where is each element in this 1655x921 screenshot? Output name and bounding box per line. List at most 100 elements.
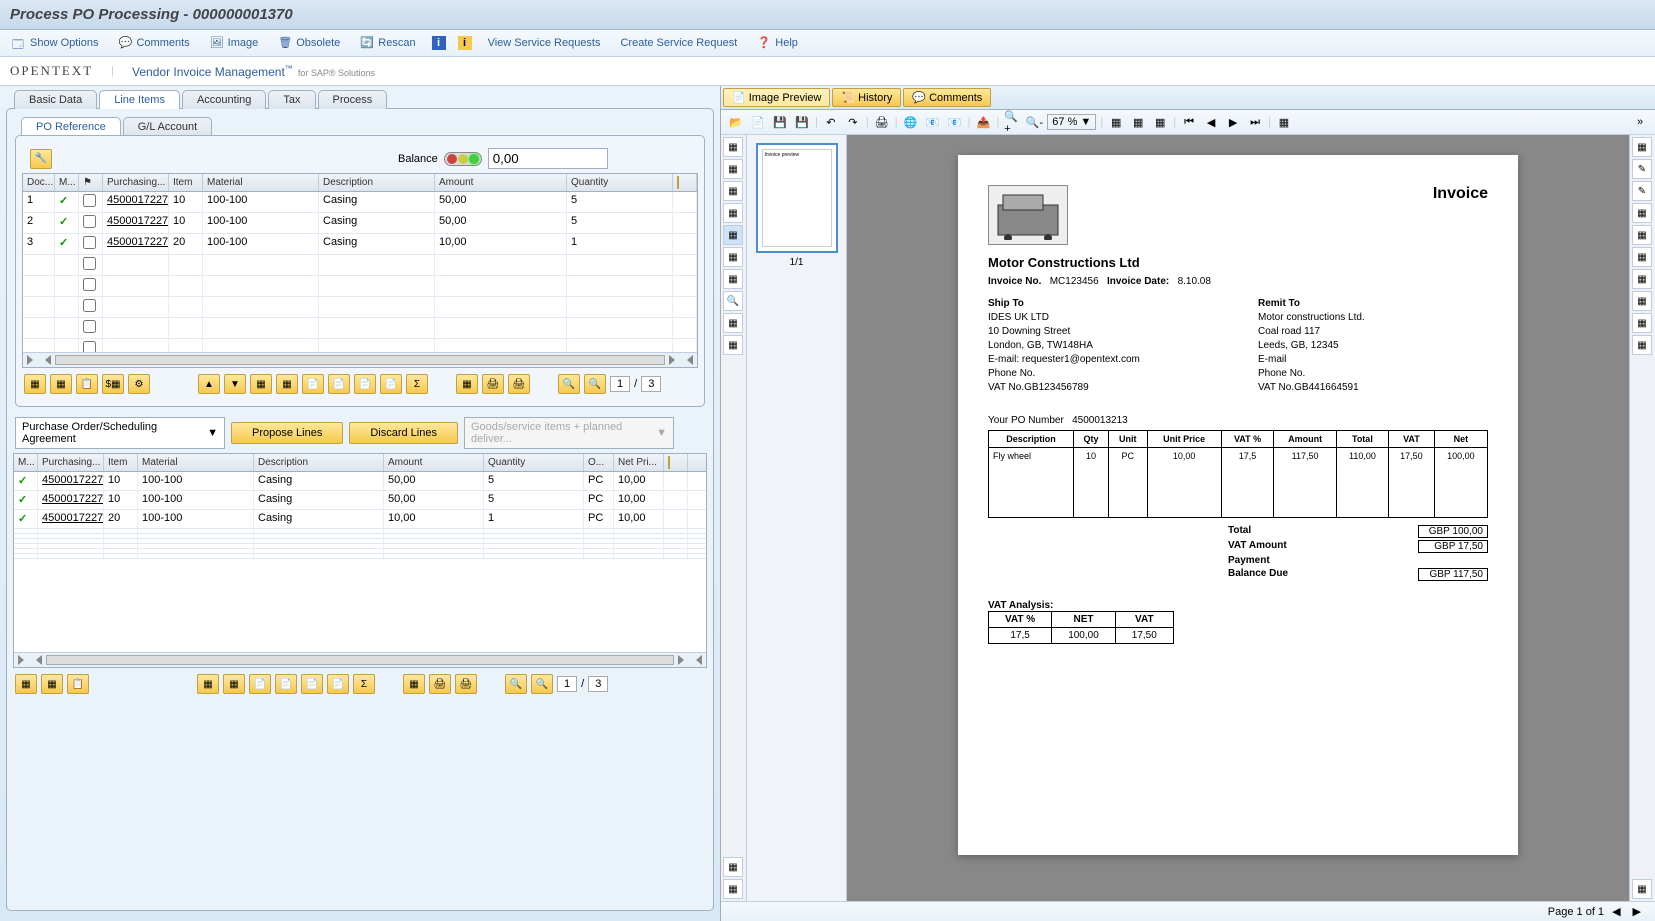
row-checkbox[interactable] (83, 320, 96, 333)
btn-b2[interactable]: ▦ (276, 374, 298, 394)
btn-b1[interactable]: ▦ (250, 374, 272, 394)
tool-r3[interactable]: ✎ (1632, 181, 1652, 201)
btn-b6[interactable]: 📄 (380, 374, 402, 394)
btn-e5[interactable]: 📄 (301, 674, 323, 694)
v2-icon[interactable]: ▦ (1129, 113, 1147, 131)
tool-r11[interactable]: ▦ (1632, 879, 1652, 899)
tool-l11[interactable]: ▦ (723, 857, 743, 877)
col2-item[interactable]: Item (104, 454, 138, 471)
table-row[interactable] (23, 297, 697, 318)
btn-c1[interactable]: ▦ (456, 374, 478, 394)
sort-asc-button[interactable]: ▲ (198, 374, 220, 394)
save-icon2[interactable]: 💾 (793, 113, 811, 131)
zoom-select[interactable]: 67 % ▼ (1047, 114, 1096, 130)
create-service-request-button[interactable]: Create Service Request (616, 35, 741, 51)
btn-d2[interactable]: ▦ (41, 674, 63, 694)
btn-e1[interactable]: ▦ (197, 674, 219, 694)
overflow-icon[interactable]: » (1631, 113, 1649, 131)
col-description[interactable]: Description (319, 174, 435, 191)
scroll-right2-icon[interactable] (692, 655, 702, 665)
btn-b7[interactable]: Σ (406, 374, 428, 394)
undo-icon[interactable]: ↶ (822, 113, 840, 131)
tool-l5[interactable]: ▦ (723, 225, 743, 245)
btn-b3[interactable]: 📄 (302, 374, 324, 394)
tool-l3[interactable]: ▦ (723, 181, 743, 201)
rescan-button[interactable]: 🔄Rescan (356, 34, 419, 52)
btn-b4[interactable]: 📄 (328, 374, 350, 394)
horizontal-scrollbar[interactable] (55, 355, 665, 365)
mail2-icon[interactable]: 📧 (946, 113, 964, 131)
help-button[interactable]: ❓Help (753, 34, 802, 52)
tool-r7[interactable]: ▦ (1632, 269, 1652, 289)
tool-l2[interactable]: ▦ (723, 159, 743, 179)
tool-r9[interactable]: ▦ (1632, 313, 1652, 333)
btn-a4[interactable]: $▦ (102, 374, 124, 394)
tool-l6[interactable]: ▦ (723, 247, 743, 267)
btn-a5[interactable]: ⚙ (128, 374, 150, 394)
row-checkbox[interactable] (83, 278, 96, 291)
config-button[interactable]: 🔧 (30, 149, 52, 169)
col2-material[interactable]: Material (138, 454, 254, 471)
row-checkbox[interactable] (83, 236, 96, 249)
btn-e6[interactable]: 📄 (327, 674, 349, 694)
btn-c2[interactable]: 🖨 (482, 374, 504, 394)
col-quantity[interactable]: Quantity (567, 174, 673, 191)
btn-d3[interactable]: 📋 (67, 674, 89, 694)
obsolete-button[interactable]: 🗑Obsolete (274, 34, 344, 52)
image-button[interactable]: 🖼Image (206, 34, 263, 52)
page-current2[interactable]: 1 (557, 676, 577, 692)
table-row[interactable]: 4500017227 10 100-100 Casing 50,00 5 PC … (14, 491, 706, 510)
scroll-right-icon[interactable] (41, 355, 51, 365)
btn-a1[interactable]: ▦ (24, 374, 46, 394)
tab-tax[interactable]: Tax (268, 90, 315, 109)
tab-comments[interactable]: 💬Comments (903, 88, 991, 107)
new-icon[interactable]: 📄 (749, 113, 767, 131)
sort-desc-button[interactable]: ▼ (224, 374, 246, 394)
btn-e2[interactable]: ▦ (223, 674, 245, 694)
tool-r1[interactable]: ▦ (1632, 137, 1652, 157)
scroll-left-icon[interactable] (18, 655, 28, 665)
col-m[interactable]: M... (55, 174, 79, 191)
subtab-po-reference[interactable]: PO Reference (21, 117, 121, 136)
info-icon[interactable]: i (432, 36, 446, 50)
table-row[interactable] (14, 554, 706, 559)
tab-line-items[interactable]: Line Items (99, 90, 180, 109)
discard-lines-button[interactable]: Discard Lines (349, 422, 458, 444)
redo-icon[interactable]: ↷ (844, 113, 862, 131)
next-page-icon[interactable]: ▶ (1629, 905, 1645, 918)
col-item[interactable]: Item (169, 174, 203, 191)
last-icon[interactable]: ⏭ (1246, 113, 1264, 131)
btn-f1[interactable]: ▦ (403, 674, 425, 694)
btn-a3[interactable]: 📋 (76, 374, 98, 394)
balance-value[interactable] (488, 148, 608, 169)
table-row[interactable] (23, 255, 697, 276)
export-icon[interactable]: 📤 (974, 113, 992, 131)
row-checkbox[interactable] (83, 257, 96, 270)
tool-r5[interactable]: ▦ (1632, 225, 1652, 245)
col2-o[interactable]: O... (584, 454, 614, 471)
tab-accounting[interactable]: Accounting (182, 90, 266, 109)
tool-l7[interactable]: ▦ (723, 269, 743, 289)
col2-amount[interactable]: Amount (384, 454, 484, 471)
table-row[interactable]: 4500017227 10 100-100 Casing 50,00 5 PC … (14, 472, 706, 491)
print-icon[interactable]: 🖨 (873, 113, 891, 131)
scroll-left-icon[interactable] (27, 355, 37, 365)
col2-quantity[interactable]: Quantity (484, 454, 584, 471)
scroll-right2-icon[interactable] (683, 355, 693, 365)
tool-r4[interactable]: ▦ (1632, 203, 1652, 223)
table-row[interactable]: 1 4500017227 10 100-100 Casing 50,00 5 (23, 192, 697, 213)
v1-icon[interactable]: ▦ (1107, 113, 1125, 131)
row-checkbox[interactable] (83, 341, 96, 352)
prev-page-icon[interactable]: ◀ (1608, 905, 1624, 918)
tool-l9[interactable]: ▦ (723, 313, 743, 333)
col-flag[interactable]: ⚑ (79, 174, 103, 191)
col-amount[interactable]: Amount (435, 174, 567, 191)
mail-icon[interactable]: 📧 (924, 113, 942, 131)
table-row[interactable]: 4500017227 20 100-100 Casing 10,00 1 PC … (14, 510, 706, 529)
tool-l10[interactable]: ▦ (723, 335, 743, 355)
tab-basic-data[interactable]: Basic Data (14, 90, 97, 109)
col2-m[interactable]: M... (14, 454, 38, 471)
col2-description[interactable]: Description (254, 454, 384, 471)
prev-icon[interactable]: ◀ (1202, 113, 1220, 131)
tool-l4[interactable]: ▦ (723, 203, 743, 223)
